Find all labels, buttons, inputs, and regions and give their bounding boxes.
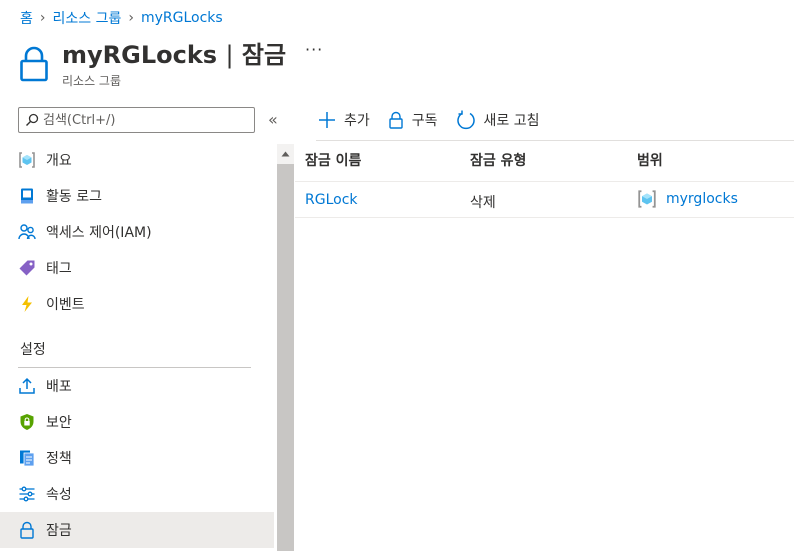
page-title: myRGLocks | 잠금 <box>62 35 286 70</box>
sidebar-scrollbar-thumb[interactable] <box>277 164 294 551</box>
breadcrumb-home-link[interactable]: 홈 <box>20 8 33 28</box>
sidebar-item-properties[interactable]: 속성 <box>0 476 274 512</box>
subscription-button-label: 구독 <box>411 113 438 129</box>
subscription-button[interactable]: 구독 <box>388 110 438 130</box>
search-box[interactable] <box>18 107 255 133</box>
collapse-menu-button[interactable]: « <box>268 110 278 129</box>
title-separator: | <box>225 41 234 69</box>
search-input[interactable] <box>43 112 243 128</box>
lock-icon <box>18 521 36 539</box>
resource-name: myRGLocks <box>62 41 218 69</box>
command-bar: 추가 구독 새로 고침 <box>318 106 558 134</box>
sidebar-item-locks[interactable]: 잠금 <box>0 512 274 548</box>
breadcrumb-current-link[interactable]: myRGLocks <box>141 10 223 26</box>
resource-group-icon <box>638 190 656 208</box>
refresh-icon <box>456 110 475 130</box>
sidebar-item-label: 배포 <box>46 379 72 395</box>
plus-icon <box>319 112 335 128</box>
sidebar-item-policies[interactable]: 정책 <box>0 440 274 476</box>
sidebar-item-label: 보안 <box>46 415 72 431</box>
refresh-button[interactable]: 새로 고침 <box>456 110 540 130</box>
lightning-icon <box>18 295 36 313</box>
add-button[interactable]: 추가 <box>318 110 370 130</box>
scope-link[interactable]: myrglocks <box>666 191 738 207</box>
upload-icon <box>18 377 36 395</box>
blade-title: 잠금 <box>241 41 287 69</box>
page-subtitle: 리소스 그룹 <box>62 74 122 88</box>
policy-icon <box>18 449 36 467</box>
more-options-button[interactable]: ··· <box>305 40 323 59</box>
table-row-divider <box>295 217 794 218</box>
breadcrumb-resource-groups-link[interactable]: 리소스 그룹 <box>53 8 122 28</box>
tag-icon <box>18 259 36 277</box>
sidebar-item-tags[interactable]: 태그 <box>0 250 274 286</box>
sidebar-item-label: 정책 <box>46 451 72 467</box>
column-header-lock-name[interactable]: 잠금 이름 <box>305 150 361 170</box>
lock-name-link[interactable]: RGLock <box>305 192 358 208</box>
table-header-divider <box>295 181 794 182</box>
chevron-right-icon: › <box>39 10 46 26</box>
sidebar-item-activity-log[interactable]: 활동 로그 <box>0 178 274 214</box>
sidebar-item-label: 액세스 제어(IAM) <box>46 225 152 241</box>
sidebar-item-iam[interactable]: 액세스 제어(IAM) <box>0 214 274 250</box>
sidebar-item-label: 잠금 <box>46 523 72 539</box>
lock-type-cell: 삭제 <box>470 195 496 211</box>
sliders-icon <box>18 485 36 503</box>
sidebar-item-security[interactable]: 보안 <box>0 404 274 440</box>
scroll-up-arrow-icon[interactable] <box>277 144 294 164</box>
shield-icon <box>18 413 36 431</box>
add-button-label: 추가 <box>344 113 370 129</box>
sidebar-item-deployments[interactable]: 배포 <box>0 368 274 404</box>
sidebar-item-label: 활동 로그 <box>46 189 102 205</box>
activity-log-icon <box>18 187 36 205</box>
breadcrumb: 홈 › 리소스 그룹 › myRGLocks <box>20 8 223 28</box>
toolbar-divider <box>316 140 794 141</box>
sidebar-item-label: 속성 <box>46 487 72 503</box>
people-icon <box>18 223 36 241</box>
sidebar-item-label: 태그 <box>46 261 72 277</box>
scope-cell[interactable]: myrglocks <box>637 189 738 209</box>
column-header-lock-type[interactable]: 잠금 유형 <box>470 150 526 170</box>
search-icon <box>26 113 39 126</box>
resource-group-icon <box>18 151 36 169</box>
lock-icon <box>389 111 403 129</box>
sidebar-item-label: 개요 <box>46 153 72 169</box>
sidebar-item-overview[interactable]: 개요 <box>0 142 274 178</box>
column-header-scope[interactable]: 범위 <box>637 150 663 170</box>
chevron-right-icon: › <box>128 10 134 26</box>
refresh-button-label: 새로 고침 <box>483 113 540 129</box>
sidebar-item-label: 이벤트 <box>46 297 85 313</box>
section-title-settings: 설정 <box>20 342 46 358</box>
lock-icon <box>20 46 48 82</box>
sidebar-item-events[interactable]: 이벤트 <box>0 286 274 322</box>
